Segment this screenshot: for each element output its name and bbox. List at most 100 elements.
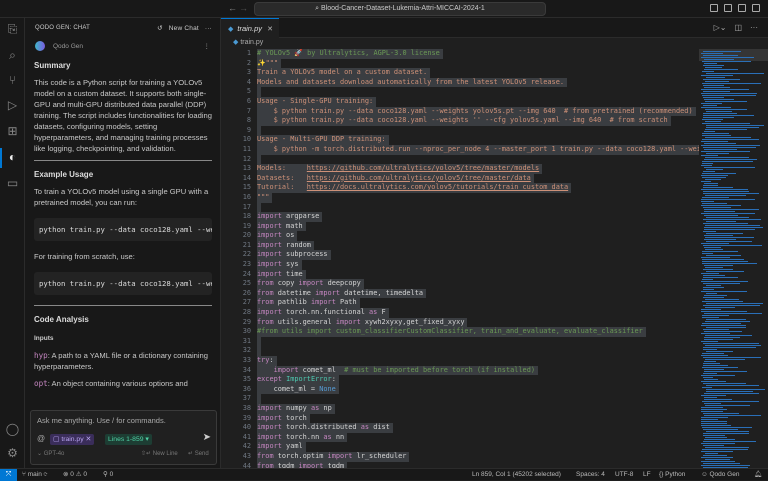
code-line[interactable]: 14 Datasets: https://github.com/ultralyti… — [221, 173, 699, 184]
customize-layout-icon[interactable] — [752, 4, 760, 12]
settings-gear-icon[interactable]: ⚙ — [5, 446, 20, 461]
indentation[interactable]: Spaces: 4 — [576, 469, 605, 480]
code-line[interactable]: 29 from utils.general import xywh2xyxy,ge… — [221, 317, 699, 328]
code-line[interactable]: 19 import math — [221, 221, 699, 232]
mention-button[interactable]: @ — [37, 434, 45, 443]
minimap-line — [703, 85, 724, 86]
code-line[interactable]: 24 import time — [221, 269, 699, 280]
code-line[interactable]: 16 """ — [221, 192, 699, 203]
code-line[interactable]: 42 import yaml — [221, 442, 699, 452]
toggle-sidebar-icon[interactable] — [710, 4, 718, 12]
code-line[interactable]: 32 — [221, 346, 699, 356]
code-line[interactable]: 26 from datetime import datetime, timedel… — [221, 288, 699, 299]
search-icon[interactable]: ⌕ — [5, 48, 20, 63]
minimap[interactable] — [699, 49, 768, 468]
code-line[interactable]: 6 Usage - Single-GPU training: — [221, 96, 699, 107]
breadcrumb[interactable]: ◆ train.py — [221, 38, 768, 48]
account-icon[interactable]: ◯ — [5, 422, 20, 437]
code-line[interactable]: 34 import comet_ml # must be imported be… — [221, 365, 699, 376]
code-line[interactable]: 13 Models: https://github.com/ultralytics… — [221, 164, 699, 174]
lines-context-chip[interactable]: Lines 1-859 ▾ — [105, 434, 152, 445]
code-line[interactable]: 17 — [221, 202, 699, 213]
code-line[interactable]: 12 — [221, 154, 699, 165]
code-line[interactable]: 10 Usage - Multi-GPU DDP training: — [221, 135, 699, 145]
code-line[interactable]: 20 import os — [221, 231, 699, 241]
notifications-icon[interactable]: 🔔︎ — [754, 469, 762, 480]
more-icon[interactable]: ··· — [750, 23, 758, 32]
code-line[interactable]: 11 $ python -m torch.distributed.run --n… — [221, 144, 699, 155]
close-tab-icon[interactable]: ✕ — [267, 25, 273, 33]
line-endings[interactable]: LF — [643, 469, 651, 480]
history-icon[interactable]: ↺ — [157, 24, 163, 32]
qodo-icon[interactable]: ◐ — [5, 150, 20, 165]
line-text: from pathlib import Path — [257, 298, 360, 309]
language-mode[interactable]: {} Python — [659, 469, 685, 480]
source-control-icon[interactable]: ⑂ — [5, 73, 20, 88]
code-line[interactable]: 30 #from utils import custom_classifierCu… — [221, 327, 699, 337]
line-number: 16 — [242, 192, 251, 201]
code-line[interactable]: 31 — [221, 336, 699, 347]
code-line[interactable]: 23 import sys — [221, 260, 699, 270]
tab-train-py[interactable]: ◆ train.py ✕ — [221, 18, 279, 38]
code-line[interactable]: 38 import numpy as np — [221, 403, 699, 414]
code-line[interactable]: 3 Train a YOLOv5 model on a custom datase… — [221, 68, 699, 78]
toggle-panel-icon[interactable] — [724, 4, 732, 12]
code-line[interactable]: 9 — [221, 125, 699, 136]
code-line[interactable]: 37 — [221, 394, 699, 404]
toggle-secondary-sidebar-icon[interactable] — [738, 4, 746, 12]
forward-button[interactable]: → — [239, 3, 248, 13]
code-token: torch.nn.functional — [281, 308, 370, 317]
qodo-status[interactable]: ☺ Qodo Gen — [701, 469, 739, 480]
code-editor[interactable]: 1 # YOLOv5 🚀 by Ultralytics, AGPL-3.0 lic… — [221, 49, 699, 468]
message-menu-button[interactable]: ⋮ — [204, 42, 211, 50]
code-line[interactable]: 5 — [221, 87, 699, 97]
line-number: 34 — [242, 365, 251, 374]
remove-chip-icon[interactable]: ✕ — [86, 436, 92, 443]
code-line[interactable]: 7 $ python train.py --data coco128.yaml … — [221, 106, 699, 117]
code-line[interactable]: 35 except ImportError: — [221, 375, 699, 385]
code-line[interactable]: 36 comet_ml = None — [221, 384, 699, 395]
ports-indicator[interactable]: ⚲ 0 — [103, 469, 113, 480]
code-line[interactable]: 22 import subprocess — [221, 250, 699, 261]
new-chat-button[interactable]: New Chat — [169, 25, 199, 32]
code-line[interactable]: 40 import torch.distributed as dist — [221, 423, 699, 433]
remote-icon[interactable]: ⤧ — [0, 469, 17, 481]
code-line[interactable]: 15 Tutorial: https://docs.ultralytics.com… — [221, 183, 699, 193]
split-editor-icon[interactable]: ◫ — [734, 23, 742, 32]
code-line[interactable]: 33 try: — [221, 356, 699, 366]
code-token: import — [298, 279, 324, 288]
back-button[interactable]: ← — [228, 3, 237, 13]
problems-indicator[interactable]: ⊗ 0 ⚠ 0 — [63, 469, 87, 480]
code-line[interactable]: 1 # YOLOv5 🚀 by Ultralytics, AGPL-3.0 lic… — [221, 49, 699, 59]
chat-input[interactable]: Ask me anything. Use / for commands. @ ▢… — [30, 410, 217, 465]
branch-indicator[interactable]: ⑂ main ⟳ — [22, 469, 48, 480]
code-line[interactable]: 8 $ python train.py --data coco128.yaml … — [221, 116, 699, 126]
run-icon[interactable]: ▷⌄ — [714, 23, 727, 32]
command-center-search[interactable]: ⌕ Blood-Cancer-Dataset-Lukemia-Attri-MIC… — [254, 2, 546, 16]
code-line[interactable]: 28 import torch.nn.functional as F — [221, 308, 699, 318]
code-line[interactable]: 39 import torch — [221, 413, 699, 424]
extensions-icon[interactable]: ⊞ — [5, 124, 20, 139]
file-context-chip[interactable]: ▢ train.py ✕ — [50, 434, 95, 445]
send-icon[interactable]: ➤ — [203, 432, 211, 443]
code-line[interactable]: 21 import random — [221, 240, 699, 251]
code-line[interactable]: 43 from torch.optim import lr_scheduler — [221, 451, 699, 462]
code-line[interactable]: 41 import torch.nn as nn — [221, 432, 699, 443]
code-line[interactable]: 2 ✨""" — [221, 58, 699, 69]
code-line[interactable]: 18 import argparse — [221, 212, 699, 222]
code-line[interactable]: 4 Models and datasets download automatica… — [221, 77, 699, 88]
code-block[interactable]: python train.py --data coco128.yaml --we… — [34, 218, 212, 241]
code-token: os — [281, 231, 295, 240]
minimap-line — [701, 107, 731, 108]
line-text: Tutorial: https://docs.ultralytics.com/y… — [257, 183, 572, 193]
code-block[interactable]: python train.py --data coco128.yaml --we… — [34, 272, 212, 295]
explorer-icon[interactable]: ⎘ — [5, 22, 20, 37]
model-selector[interactable]: ⌄ GPT-4o — [37, 450, 64, 457]
more-actions-button[interactable]: ··· — [205, 25, 212, 32]
code-line[interactable]: 27 from pathlib import Path — [221, 298, 699, 309]
cursor-position[interactable]: Ln 859, Col 1 (45202 selected) — [472, 469, 561, 480]
code-line[interactable]: 25 from copy import deepcopy — [221, 279, 699, 289]
chat-icon[interactable]: ▭ — [5, 176, 20, 191]
run-debug-icon[interactable]: ▷ — [5, 98, 20, 113]
encoding[interactable]: UTF-8 — [615, 469, 633, 480]
